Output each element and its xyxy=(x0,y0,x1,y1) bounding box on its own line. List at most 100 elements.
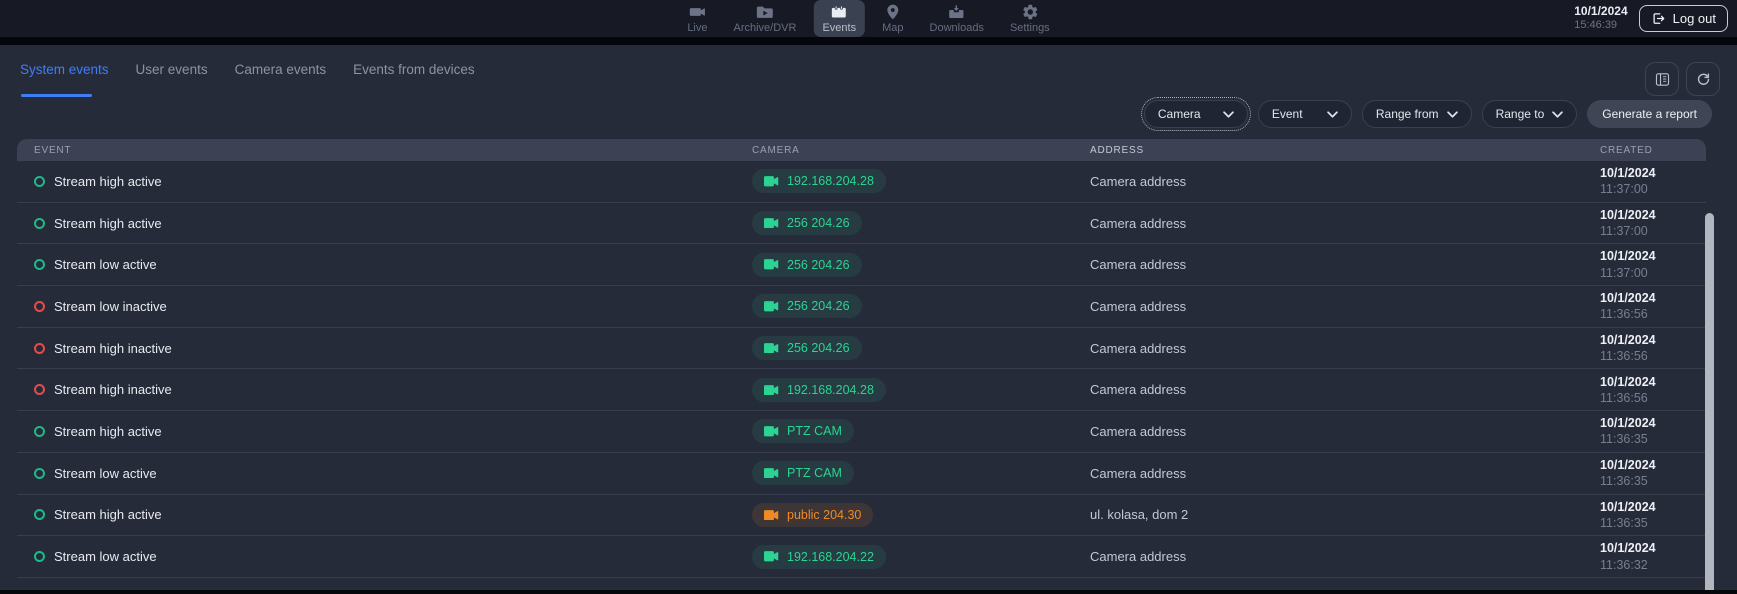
video-camera-icon xyxy=(764,426,779,437)
download-box-icon xyxy=(947,3,966,21)
camera-badge[interactable]: 192.168.204.28 xyxy=(752,378,886,402)
camera-badge[interactable]: 256 204.26 xyxy=(752,211,862,235)
topbar-divider xyxy=(0,37,1737,45)
tab-system-events[interactable]: System events xyxy=(20,63,109,95)
camera-name: 256 204.26 xyxy=(787,258,850,272)
created-time: 11:37:00 xyxy=(1600,181,1666,197)
events-table: EVENT CAMERA ADDRESS CREATED Stream high… xyxy=(17,139,1706,578)
refresh-icon xyxy=(1695,71,1712,88)
filters-bar: Camera Event Range from Range to Generat… xyxy=(0,100,1737,128)
nav-item-map[interactable]: Map xyxy=(873,0,912,37)
nav-label: Settings xyxy=(1010,22,1050,34)
created-time: 11:36:35 xyxy=(1600,473,1666,489)
table-row[interactable]: Stream low active PTZ CAM Camera address… xyxy=(17,453,1706,495)
event-name: Stream high active xyxy=(54,216,162,231)
nav-label: Downloads xyxy=(930,22,984,34)
nav-item-events[interactable]: Events xyxy=(813,0,865,37)
nav-label: Archive/DVR xyxy=(734,22,797,34)
camera-name: 256 204.26 xyxy=(787,216,850,230)
created-cell: 10/1/2024 11:36:35 xyxy=(1600,499,1666,532)
camera-address: Camera address xyxy=(1090,549,1600,564)
created-time: 11:36:32 xyxy=(1600,557,1666,573)
tab-label: User events xyxy=(136,62,208,77)
event-name: Stream low active xyxy=(54,257,157,272)
created-time: 11:36:35 xyxy=(1600,515,1666,531)
nav-item-settings[interactable]: Settings xyxy=(1001,0,1059,37)
table-row[interactable]: Stream low inactive 256 204.26 Camera ad… xyxy=(17,286,1706,328)
chevron-down-icon xyxy=(1447,111,1458,118)
created-date: 10/1/2024 xyxy=(1600,332,1666,348)
table-row[interactable]: Stream high active 256 204.26 Camera add… xyxy=(17,203,1706,245)
camera-name: 192.168.204.28 xyxy=(787,383,874,397)
camera-badge[interactable]: PTZ CAM xyxy=(752,419,854,443)
created-date: 10/1/2024 xyxy=(1600,499,1666,515)
column-header-address: ADDRESS xyxy=(1090,145,1600,156)
tab-label: System events xyxy=(20,62,109,77)
created-cell: 10/1/2024 11:36:56 xyxy=(1600,290,1666,323)
nav-item-archive-dvr[interactable]: Archive/DVR xyxy=(725,0,806,37)
current-date: 10/1/2024 xyxy=(1574,4,1627,19)
table-row[interactable]: Stream low active 256 204.26 Camera addr… xyxy=(17,244,1706,286)
status-ring-icon xyxy=(34,343,45,354)
camera-name: PTZ CAM xyxy=(787,424,842,438)
range-from-dropdown[interactable]: Range from xyxy=(1362,100,1472,128)
table-row[interactable]: Stream high active 192.168.204.28 Camera… xyxy=(17,161,1706,203)
table-row[interactable]: Stream high inactive 192.168.204.28 Came… xyxy=(17,369,1706,411)
status-ring-icon xyxy=(34,551,45,562)
camera-badge[interactable]: PTZ CAM xyxy=(752,461,854,485)
created-cell: 10/1/2024 11:36:35 xyxy=(1600,415,1666,448)
bottom-edge xyxy=(0,590,1737,594)
event-name: Stream high active xyxy=(54,507,162,522)
camera-badge[interactable]: 192.168.204.28 xyxy=(752,169,886,193)
camera-filter-dropdown[interactable]: Camera xyxy=(1144,100,1248,128)
column-header-camera: CAMERA xyxy=(752,145,1090,156)
events-calendar-icon xyxy=(829,3,849,21)
camera-badge[interactable]: 256 204.26 xyxy=(752,294,862,318)
created-cell: 10/1/2024 11:37:00 xyxy=(1600,165,1666,198)
tab-label: Events from devices xyxy=(353,62,475,77)
table-row[interactable]: Stream high active public 204.30 ul. kol… xyxy=(17,495,1706,537)
status-ring-icon xyxy=(34,468,45,479)
main-navigation: Live Archive/DVR Events Map Downloads xyxy=(678,0,1058,37)
tab-label: Camera events xyxy=(235,62,327,77)
exit-icon xyxy=(1651,11,1666,26)
created-date: 10/1/2024 xyxy=(1600,374,1666,390)
logout-button[interactable]: Log out xyxy=(1639,5,1728,32)
nav-item-live[interactable]: Live xyxy=(678,0,716,37)
camera-badge[interactable]: 256 204.26 xyxy=(752,253,862,277)
tab-camera-events[interactable]: Camera events xyxy=(235,63,327,95)
camera-badge[interactable]: public 204.30 xyxy=(752,503,873,527)
event-filter-dropdown[interactable]: Event xyxy=(1258,100,1352,128)
created-cell: 10/1/2024 11:36:56 xyxy=(1600,332,1666,365)
video-camera-icon xyxy=(764,259,779,270)
event-tabs: System events User events Camera events … xyxy=(0,45,1737,95)
camera-badge[interactable]: 256 204.26 xyxy=(752,336,862,360)
generate-report-button[interactable]: Generate a report xyxy=(1587,100,1712,128)
table-scrollbar[interactable] xyxy=(1705,213,1714,594)
created-time: 11:36:35 xyxy=(1600,431,1666,447)
camera-name: public 204.30 xyxy=(787,508,861,522)
video-camera-icon xyxy=(764,176,779,187)
top-nav-bar: Live Archive/DVR Events Map Downloads xyxy=(0,0,1737,37)
table-row[interactable]: Stream low active 192.168.204.22 Camera … xyxy=(17,536,1706,578)
journal-view-button[interactable] xyxy=(1645,62,1679,96)
status-ring-icon xyxy=(34,259,45,270)
camera-badge[interactable]: 192.168.204.22 xyxy=(752,545,886,569)
table-row[interactable]: Stream high inactive 256 204.26 Camera a… xyxy=(17,328,1706,370)
nav-item-downloads[interactable]: Downloads xyxy=(921,0,993,37)
archive-folder-icon xyxy=(755,3,775,21)
table-row[interactable]: Stream high active PTZ CAM Camera addres… xyxy=(17,411,1706,453)
video-camera-icon xyxy=(764,218,779,229)
refresh-button[interactable] xyxy=(1686,62,1720,96)
tab-user-events[interactable]: User events xyxy=(136,63,208,95)
created-cell: 10/1/2024 11:36:35 xyxy=(1600,457,1666,490)
camera-address: Camera address xyxy=(1090,216,1600,231)
created-cell: 10/1/2024 11:37:00 xyxy=(1600,248,1666,281)
range-to-dropdown[interactable]: Range to xyxy=(1482,100,1578,128)
created-date: 10/1/2024 xyxy=(1600,457,1666,473)
column-header-event: EVENT xyxy=(17,145,752,156)
nav-label: Events xyxy=(822,22,856,34)
event-filter-label: Event xyxy=(1272,107,1303,121)
tab-events-from-devices[interactable]: Events from devices xyxy=(353,63,475,95)
camera-address: Camera address xyxy=(1090,299,1600,314)
